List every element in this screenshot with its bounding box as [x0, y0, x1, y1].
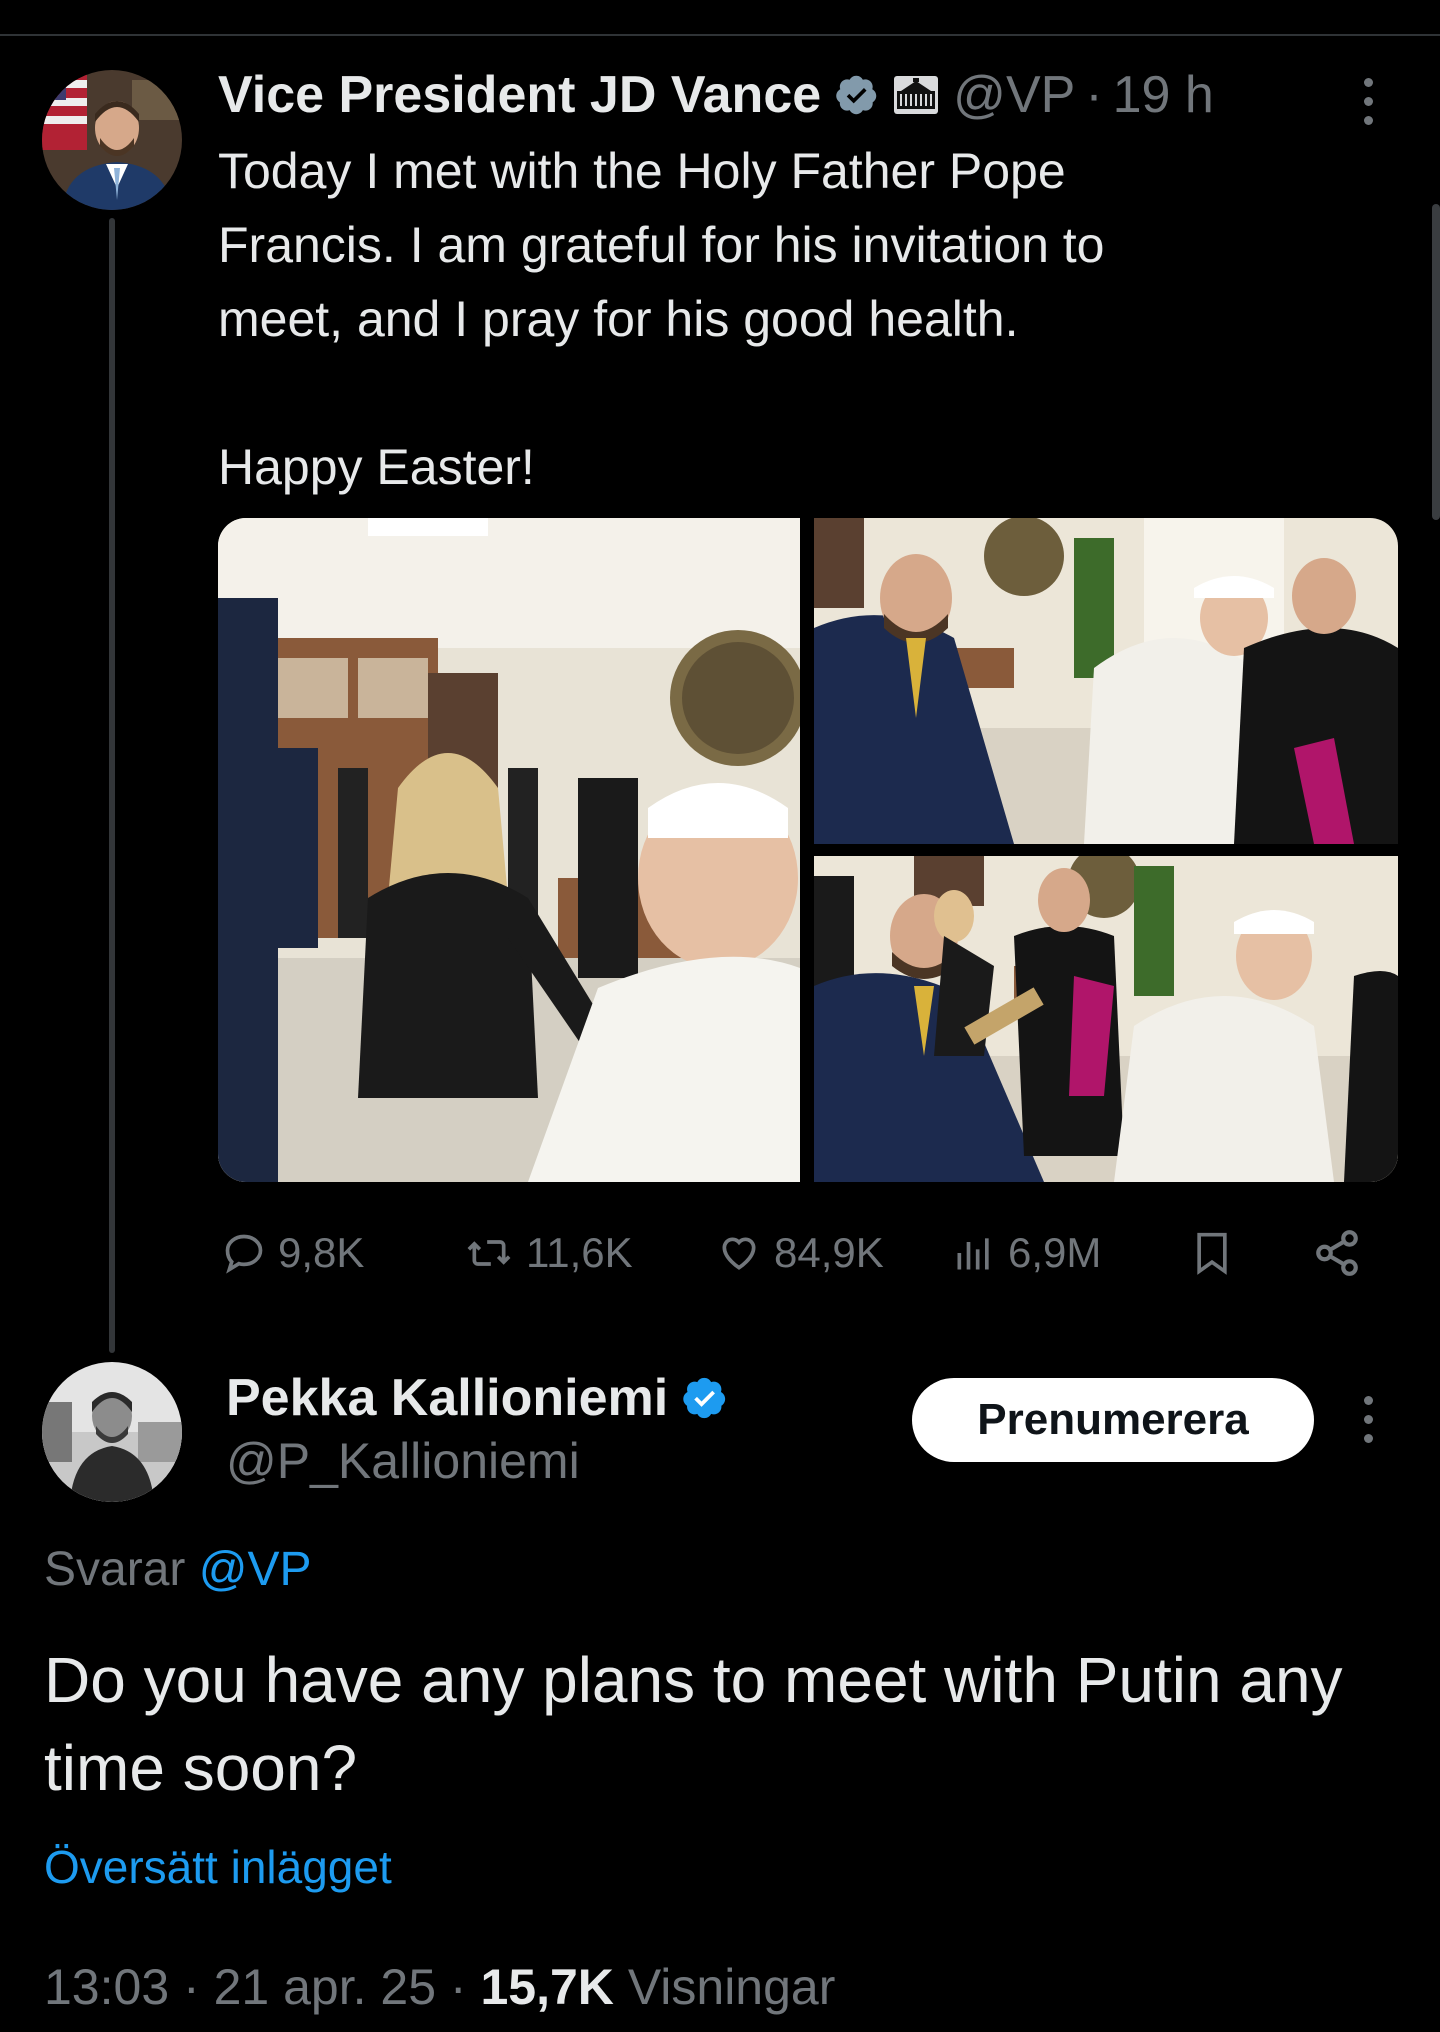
reply-view-count[interactable]: 15,7K	[480, 1959, 613, 2015]
avatar-pekka[interactable]	[42, 1362, 182, 1502]
photo-3[interactable]	[814, 846, 1398, 1182]
more-options-icon[interactable]	[1364, 78, 1373, 125]
more-options-icon[interactable]	[1364, 1396, 1373, 1443]
reply-meta: 13:03 · 21 apr. 25 · 15,7K Visningar	[44, 1958, 835, 2016]
share-button[interactable]	[1312, 1220, 1362, 1286]
tweet-header: Vice President JD Vance @VP · 19 h	[218, 64, 1214, 126]
reply-author-row: Pekka Kallioniemi	[226, 1368, 728, 1428]
tweet-text: Today I met with the Holy Father Pope Fr…	[218, 143, 1105, 495]
reply-text: Do you have any plans to meet with Putin…	[44, 1644, 1343, 1804]
separator-dot: ·	[449, 1959, 467, 2015]
share-icon	[1316, 1230, 1358, 1276]
separator-dot: ·	[183, 1959, 200, 2015]
white-house-icon	[893, 75, 939, 115]
translate-link[interactable]: Översätt inlägget	[44, 1840, 392, 1894]
like-count: 84,9K	[774, 1229, 884, 1276]
reply-author-handle[interactable]: @P_Kallioniemi	[226, 1432, 580, 1490]
reply-icon	[225, 1234, 263, 1274]
reply-date[interactable]: 21 apr. 25	[214, 1959, 436, 2015]
reply-button[interactable]: 9,8K	[222, 1220, 364, 1286]
thread-connector-line	[109, 218, 115, 1353]
reply-time[interactable]: 13:03	[44, 1959, 169, 2015]
replying-to-line: Svarar @VP	[44, 1542, 311, 1597]
action-bar: 9,8K 11,6K 84,9K 6,9M	[222, 1220, 1372, 1286]
author-name[interactable]: Vice President JD Vance	[218, 64, 821, 126]
repost-count: 11,6K	[526, 1229, 633, 1276]
replying-to-link[interactable]: @VP	[199, 1543, 312, 1596]
analytics-icon	[957, 1238, 989, 1270]
verified-badge-icon[interactable]	[835, 73, 879, 117]
view-count: 6,9M	[1008, 1229, 1102, 1276]
heart-icon	[722, 1237, 756, 1270]
scrollbar[interactable]	[1432, 204, 1440, 520]
reply-count: 9,8K	[278, 1229, 365, 1276]
repost-icon	[467, 1240, 511, 1266]
separator-dot: ·	[1085, 66, 1103, 124]
repost-button[interactable]: 11,6K	[464, 1220, 633, 1286]
top-divider	[0, 34, 1440, 36]
replying-prefix: Svarar	[44, 1543, 186, 1596]
photo-2[interactable]	[814, 518, 1398, 844]
subscribe-button[interactable]: Prenumerera	[912, 1378, 1314, 1462]
photo-1[interactable]	[218, 518, 806, 1182]
reply-views-label: Visningar	[627, 1959, 836, 2015]
verified-badge-icon[interactable]	[682, 1375, 728, 1421]
bookmark-icon	[1197, 1232, 1227, 1275]
media-grid	[218, 518, 1398, 1182]
views-button[interactable]: 6,9M	[952, 1220, 1101, 1286]
reply-author-name[interactable]: Pekka Kallioniemi	[226, 1368, 668, 1428]
bookmark-button[interactable]	[1190, 1220, 1234, 1286]
like-button[interactable]: 84,9K	[716, 1220, 884, 1286]
author-handle[interactable]: @VP	[953, 64, 1075, 126]
tweet-time[interactable]: 19 h	[1113, 64, 1214, 126]
avatar-vp[interactable]	[42, 70, 182, 210]
